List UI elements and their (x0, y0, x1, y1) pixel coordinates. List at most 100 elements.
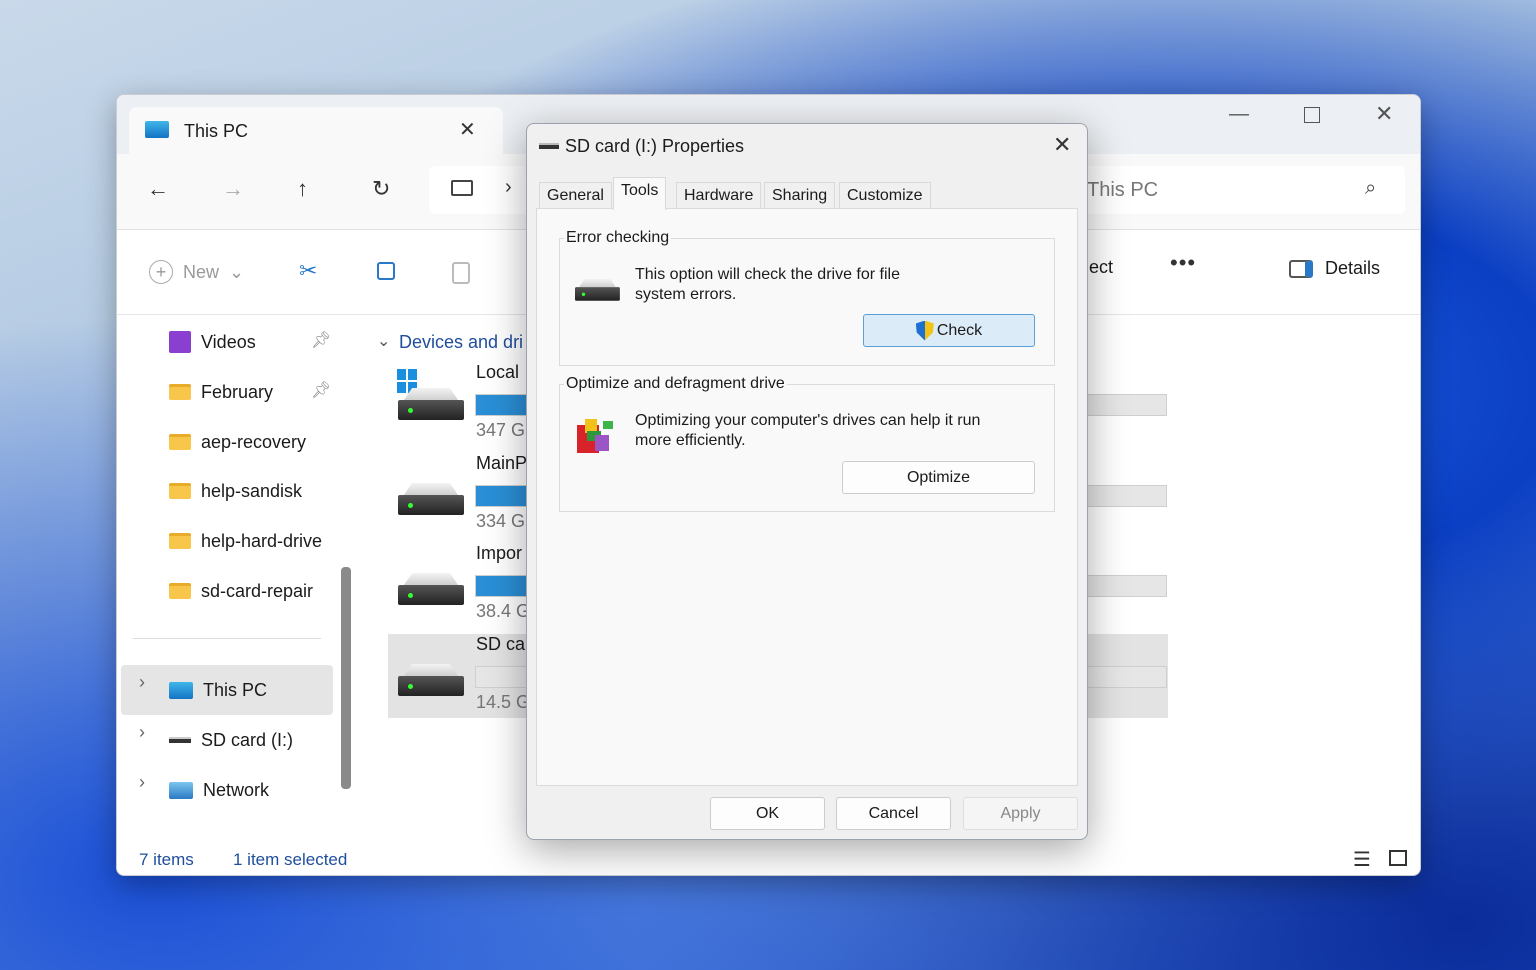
optimize-button[interactable]: Optimize (842, 461, 1035, 494)
tab-tools[interactable]: Tools (613, 177, 667, 210)
nav-network[interactable]: Network (169, 770, 269, 810)
close-dialog-button[interactable]: ✕ (1053, 132, 1071, 158)
item-label: Videos (201, 331, 256, 352)
item-label: This PC (203, 679, 268, 700)
search-placeholder: This PC (1087, 179, 1159, 201)
maximize-button[interactable] (1304, 107, 1320, 123)
this-pc-icon (169, 681, 193, 699)
status-selected-count: 1 item selected (233, 850, 348, 869)
copy-icon[interactable] (377, 262, 395, 280)
search-box[interactable]: This PC ⌕ (1077, 166, 1405, 214)
navigation-pane: Videos 📌︎ February 📌︎ aep-recovery help-… (117, 316, 359, 841)
dialog-title: SD card (I:) Properties (565, 136, 745, 156)
tiles-view-icon[interactable] (1389, 850, 1407, 866)
drive-free-space: 334 G (476, 511, 526, 531)
pin-icon[interactable]: 📌︎ (311, 330, 331, 350)
drive-free-space: 347 G (476, 420, 526, 440)
optimize-description: Optimizing your computer's drives can he… (635, 412, 981, 449)
drive-icon (575, 279, 620, 302)
videos-icon (169, 331, 191, 353)
drive-icon (398, 664, 464, 698)
quick-access-help-hard-drive[interactable]: help-hard-drive (169, 521, 322, 561)
collapse-chevron-icon[interactable]: ⌄ (377, 331, 390, 351)
tab-hardware[interactable]: Hardware (676, 182, 762, 210)
nav-this-pc[interactable]: This PC (169, 670, 267, 710)
breadcrumb-chevron-icon: › (505, 176, 512, 198)
error-checking-description: This option will check the drive for fil… (635, 266, 900, 303)
network-icon (169, 781, 193, 799)
back-icon[interactable]: ← (147, 176, 169, 202)
drive-name: Impor (476, 543, 523, 563)
details-label: Details (1325, 258, 1381, 278)
forward-icon[interactable]: → (222, 176, 244, 202)
new-button[interactable]: + New ⌄ (149, 260, 244, 284)
quick-access-february[interactable]: February (169, 372, 273, 412)
item-label: Network (203, 779, 270, 800)
optimize-label: Optimize and defragment drive (564, 375, 787, 393)
status-item-count: 7 items (139, 850, 194, 869)
tab-label: This PC (184, 121, 249, 141)
check-button[interactable]: Check (863, 314, 1035, 347)
item-label: SD card (I:) (201, 729, 294, 750)
up-icon[interactable]: ↑ (297, 176, 308, 202)
drive-name: Local (476, 362, 520, 382)
toolbar-item-fragment[interactable]: ject (1085, 257, 1113, 278)
folder-icon (169, 533, 191, 549)
drive-icon (398, 388, 464, 422)
details-pane-icon (1289, 259, 1313, 278)
cancel-button[interactable]: Cancel (836, 797, 951, 830)
item-label: aep-recovery (201, 431, 307, 452)
item-label: February (201, 381, 274, 402)
minimize-button[interactable]: — (1229, 103, 1249, 126)
cut-icon[interactable]: ✂ (299, 258, 317, 284)
pin-icon[interactable]: 📌︎ (311, 380, 331, 400)
quick-access-aep-recovery[interactable]: aep-recovery (169, 422, 306, 462)
expand-chevron-icon[interactable]: › (139, 672, 145, 693)
apply-button[interactable]: Apply (963, 797, 1078, 830)
nav-sd-card[interactable]: SD card (I:) (169, 720, 293, 760)
item-label: sd-card-repair (201, 580, 314, 601)
quick-access-videos[interactable]: Videos (169, 322, 256, 362)
item-label: help-sandisk (201, 480, 303, 501)
quick-access-help-sandisk[interactable]: help-sandisk (169, 471, 302, 511)
item-label: help-hard-drive (201, 530, 323, 551)
close-tab-icon[interactable]: ✕ (459, 117, 476, 142)
expand-chevron-icon[interactable]: › (139, 772, 145, 793)
details-button[interactable]: Details (1289, 258, 1380, 279)
refresh-icon[interactable]: ↻ (372, 176, 390, 202)
folder-icon (169, 583, 191, 599)
folder-icon (169, 384, 191, 400)
properties-dialog: SD card (I:) Properties ✕ General Tools … (526, 123, 1088, 840)
tab-general[interactable]: General (539, 182, 612, 210)
drive-name: MainP (476, 453, 528, 473)
tab-this-pc[interactable]: This PC ✕ (129, 107, 503, 155)
drive-icon (398, 483, 464, 517)
paste-icon[interactable] (452, 262, 470, 284)
defrag-icon (577, 417, 615, 453)
tools-panel: Error checking This option will check th… (536, 208, 1078, 786)
more-options-icon[interactable]: ••• (1170, 250, 1196, 276)
error-checking-label: Error checking (564, 229, 672, 247)
monitor-icon (451, 180, 473, 196)
details-view-icon[interactable]: ☰ (1353, 847, 1371, 872)
drive-free-space: 38.4 G (476, 601, 531, 621)
close-window-button[interactable]: ✕ (1375, 101, 1393, 127)
sd-card-icon (169, 737, 191, 743)
section-header[interactable]: Devices and dri (399, 332, 523, 353)
sd-card-icon (539, 143, 559, 149)
new-label: New (183, 261, 220, 282)
chevron-down-icon: ⌄ (229, 261, 245, 282)
check-label: Check (936, 321, 983, 339)
drive-icon (398, 573, 464, 607)
tab-sharing[interactable]: Sharing (764, 182, 836, 210)
tab-customize[interactable]: Customize (839, 182, 931, 210)
this-pc-icon (145, 121, 169, 138)
expand-chevron-icon[interactable]: › (139, 722, 145, 743)
folder-icon (169, 483, 191, 499)
plus-icon: + (149, 260, 173, 284)
ok-button[interactable]: OK (710, 797, 825, 830)
folder-icon (169, 434, 191, 450)
sidebar-scrollbar[interactable] (341, 567, 351, 789)
search-icon: ⌕ (1365, 177, 1377, 199)
quick-access-sd-card-repair[interactable]: sd-card-repair (169, 571, 313, 611)
